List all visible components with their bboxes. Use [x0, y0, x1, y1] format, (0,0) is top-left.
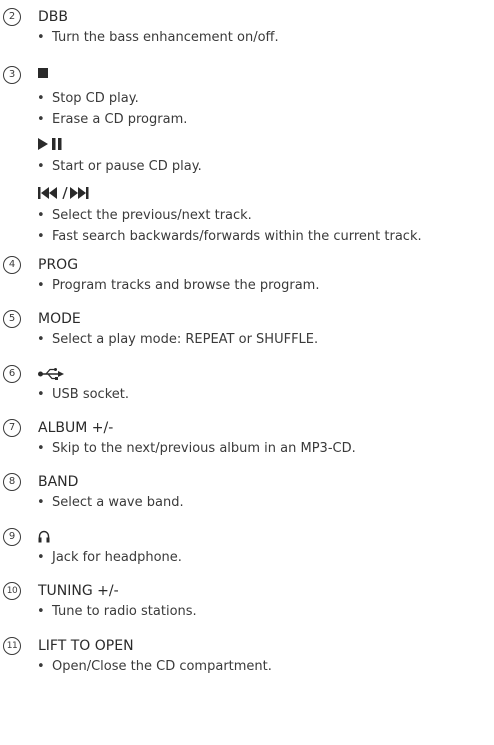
list-item: Tune to radio stations.: [37, 604, 197, 620]
headphone-icon: [38, 530, 50, 543]
previous-next-icon: [38, 187, 104, 199]
list-item: Erase a CD program.: [37, 112, 187, 128]
stop-icon: [38, 68, 48, 78]
item-title: PROG: [38, 257, 79, 273]
item-title: BAND: [38, 474, 79, 490]
list-item: Fast search backwards/forwards within th…: [37, 229, 422, 245]
item-number: 9: [3, 528, 21, 546]
item-title: ALBUM +/-: [38, 420, 114, 436]
item-number: 8: [3, 473, 21, 491]
item-number: 10: [3, 582, 21, 600]
list-item: Open/Close the CD compartment.: [37, 659, 272, 675]
item-number: 5: [3, 310, 21, 328]
list-item: Jack for headphone.: [37, 550, 182, 566]
list-item: Turn the bass enhancement on/off.: [37, 30, 279, 46]
list-item: USB socket.: [37, 387, 129, 403]
list-item: Stop CD play.: [37, 91, 139, 107]
item-number: 3: [3, 66, 21, 84]
list-item: Skip to the next/previous album in an MP…: [37, 441, 356, 457]
item-number: 7: [3, 419, 21, 437]
item-title: LIFT TO OPEN: [38, 638, 134, 654]
play-pause-icon: [38, 138, 68, 150]
list-item: Select a play mode: REPEAT or SHUFFLE.: [37, 332, 318, 348]
item-number: 4: [3, 256, 21, 274]
list-item: Program tracks and browse the program.: [37, 278, 319, 294]
item-title: MODE: [38, 311, 81, 327]
item-title: DBB: [38, 9, 68, 25]
list-item: Select the previous/next track.: [37, 208, 252, 224]
item-number: 6: [3, 365, 21, 383]
list-item: Select a wave band.: [37, 495, 184, 511]
usb-icon: [38, 368, 64, 380]
item-title: TUNING +/-: [38, 583, 119, 599]
item-number: 2: [3, 8, 21, 26]
item-number: 11: [3, 637, 21, 655]
list-item: Start or pause CD play.: [37, 159, 202, 175]
